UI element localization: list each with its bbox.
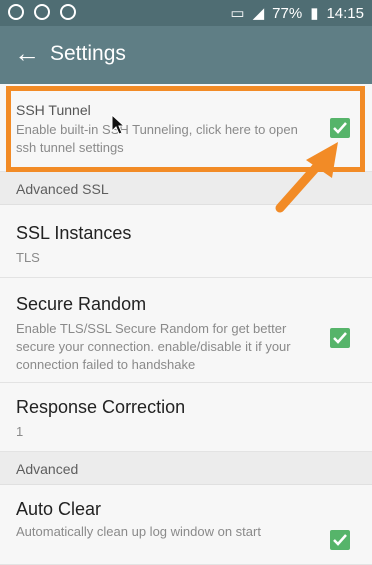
secure-random-checkbox[interactable] bbox=[330, 328, 350, 348]
whatsapp-icon bbox=[34, 4, 50, 20]
signal-icon: ◢ bbox=[252, 5, 265, 22]
clock: 14:15 bbox=[326, 4, 364, 22]
secure-random-setting[interactable]: Secure Random Enable TLS/SSL Secure Rand… bbox=[0, 278, 372, 383]
cast-icon: ▭ bbox=[230, 5, 245, 22]
secure-random-title: Secure Random bbox=[16, 294, 147, 314]
auto-clear-summary: Automatically clean up log window on sta… bbox=[16, 524, 261, 539]
mouse-cursor-icon bbox=[111, 114, 126, 135]
section-header-label: Advanced SSL bbox=[16, 181, 109, 197]
response-correction-title: Response Correction bbox=[16, 397, 186, 417]
vpn-icon bbox=[60, 4, 76, 20]
app-bar: ← Settings bbox=[0, 26, 372, 84]
messenger-icon bbox=[8, 4, 24, 20]
battery-icon: ▮ bbox=[310, 5, 319, 22]
secure-random-summary: Enable TLS/SSL Secure Random for get bet… bbox=[16, 321, 291, 372]
section-header-advanced: Advanced bbox=[0, 452, 372, 485]
status-bar: ▭ ◢ 77% ▮ 14:15 bbox=[0, 0, 372, 26]
response-correction-setting[interactable]: Response Correction 1 bbox=[0, 383, 372, 452]
auto-clear-checkbox[interactable] bbox=[330, 530, 350, 550]
section-header-label: Advanced bbox=[16, 461, 79, 477]
battery-percent: 77% bbox=[272, 4, 303, 22]
auto-clear-title: Auto Clear bbox=[16, 499, 102, 519]
ssl-instances-summary: TLS bbox=[16, 250, 40, 265]
response-correction-summary: 1 bbox=[16, 424, 24, 439]
annotation-arrow-icon bbox=[275, 142, 338, 213]
page-title: Settings bbox=[50, 42, 126, 65]
ssl-instances-title: SSL Instances bbox=[16, 223, 132, 243]
back-arrow-icon[interactable]: ← bbox=[14, 40, 40, 66]
auto-clear-setting[interactable]: Auto Clear Automatically clean up log wi… bbox=[0, 485, 372, 565]
